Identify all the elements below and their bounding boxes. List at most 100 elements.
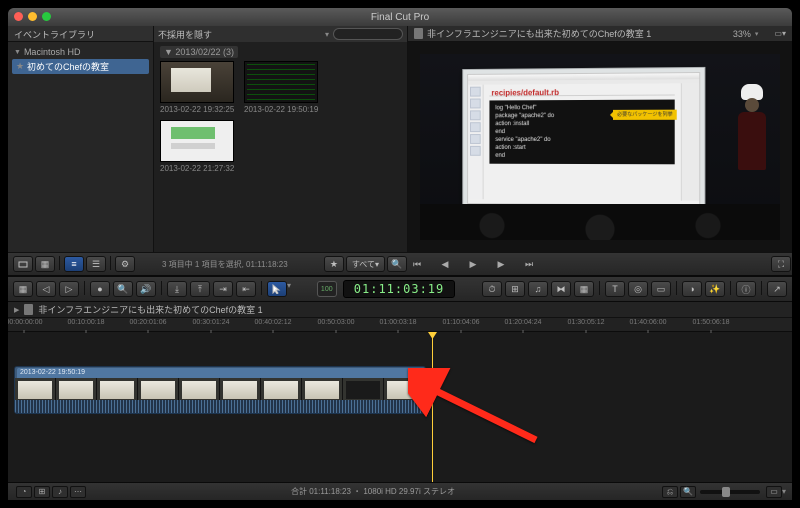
clip-thumb-image	[160, 61, 234, 103]
timeline-tracks[interactable]: 2013-02-22 19:50:19	[8, 332, 792, 482]
insert-button[interactable]: ⤓	[167, 281, 187, 297]
background-tasks-button[interactable]: ◔	[16, 486, 32, 498]
dashboard-reel-icon[interactable]: 100	[317, 281, 337, 297]
themes-browser-button[interactable]: ▭	[651, 281, 671, 297]
timeline-search-button[interactable]: 🔍	[680, 486, 696, 498]
slide-heading: recipies/default.rb	[489, 87, 674, 96]
browser-search-button[interactable]: 🔍	[387, 256, 407, 272]
enhance-button[interactable]: ✨	[705, 281, 725, 297]
dashboard-timecode[interactable]: 01:11:03:19	[343, 280, 455, 298]
go-to-end-button[interactable]: ⏭	[520, 257, 538, 271]
tools-search-button[interactable]: 🔍	[113, 281, 133, 297]
clip-thumb[interactable]: 2013-02-22 19:32:25	[160, 61, 234, 114]
close-icon[interactable]	[14, 12, 23, 21]
viewer-video-frame: recipies/default.rb log "Hello Chef" pac…	[420, 54, 780, 240]
filmstrip-view-button[interactable]: ≡	[64, 256, 84, 272]
timeline-history-fwd-button[interactable]: ▷	[59, 281, 79, 297]
ruler-tick: 01:30:05:12	[568, 319, 605, 326]
project-library-button[interactable]: ▦	[13, 281, 33, 297]
play-button[interactable]: ▶	[464, 257, 482, 271]
annotation-arrow-icon	[408, 368, 548, 453]
zoom-icon[interactable]	[42, 12, 51, 21]
project-header: ▶ 非インフラエンジニアにも出来た初めてのChefの教室 1	[8, 302, 792, 318]
clip-filmstrip	[15, 378, 425, 402]
slide-code-block: log "Hello Chef" package "apache2" do ac…	[489, 100, 674, 165]
titlebar: Final Cut Pro	[8, 8, 792, 26]
clip-browser-panel: 不採用を隠す ▾ ▼ 2013/02/22 (3) 2013-02-22 19:…	[154, 26, 408, 252]
disclosure-triangle-icon[interactable]: ▼	[14, 49, 21, 56]
browser-search-input[interactable]	[333, 28, 403, 40]
skimming-toggle-button[interactable]: ⊞	[34, 486, 50, 498]
disk-label: Macintosh HD	[24, 47, 81, 57]
arrow-tool-button[interactable]	[267, 281, 287, 297]
timeline-panel[interactable]: 00:00:00:00 00:10:00:18 00:20:01:06 00:3…	[8, 318, 792, 482]
effects-browser-button[interactable]: ▦	[574, 281, 594, 297]
app-window: Final Cut Pro イベントライブラリ ▼ Macintosh HD ★…	[8, 8, 792, 500]
snapping-button[interactable]: ⎌	[662, 486, 678, 498]
timeline-history-back-button[interactable]: ◁	[36, 281, 56, 297]
clip-appearance-button[interactable]: ▭	[766, 486, 782, 498]
share-button[interactable]: ↗	[767, 281, 787, 297]
clip-thumb-caption: 2013-02-22 19:50:19	[244, 105, 318, 114]
clip-thumb-image	[160, 120, 234, 162]
import-button[interactable]	[13, 256, 33, 272]
viewer-panel: 非インフラエンジニアにも出来た初めてのChefの教室 1 33% ▾ ▭▾	[408, 26, 792, 252]
fullscreen-button[interactable]: ⛶	[771, 256, 791, 272]
tools-volume-button[interactable]: 🔊	[136, 281, 156, 297]
timeline-playhead[interactable]	[432, 332, 433, 482]
status-summary: 合計 01:11:18:23 ・ 1080i HD 29.97i ステレオ	[86, 486, 660, 497]
window-controls	[14, 12, 51, 21]
zoom-dropdown-icon[interactable]: ▾	[755, 30, 759, 38]
event-item-selected[interactable]: ★ 初めてのChefの教室	[12, 59, 149, 74]
viewer-stage[interactable]: recipies/default.rb log "Hello Chef" pac…	[408, 42, 792, 252]
browser-title: 不採用を隠す	[158, 28, 321, 41]
clip-appearance-dropdown-icon[interactable]: ▾	[782, 487, 786, 496]
clip-thumb-image	[244, 61, 318, 103]
project-disclosure-icon[interactable]: ▶	[14, 306, 19, 314]
ruler-tick: 00:40:02:12	[255, 319, 292, 326]
presenter-figure	[732, 84, 772, 204]
timeline-zoom-slider[interactable]	[700, 490, 760, 494]
transitions-browser-button[interactable]: ⧓	[551, 281, 571, 297]
inspector-button[interactable]: ⓘ	[736, 281, 756, 297]
viewer-settings-icon[interactable]: ▭▾	[774, 29, 786, 38]
clip-thumb[interactable]: 2013-02-22 19:50:19	[244, 61, 318, 114]
camera-import-button[interactable]: ▦	[35, 256, 55, 272]
titles-browser-button[interactable]: T	[605, 281, 625, 297]
overwrite-button[interactable]: ⇥	[213, 281, 233, 297]
clip-thumb[interactable]: 2013-02-22 21:27:32	[160, 120, 234, 173]
favorites-filter-button[interactable]: ★	[324, 256, 344, 272]
photos-browser-button[interactable]: ⊞	[505, 281, 525, 297]
color-button[interactable]: ◑	[682, 281, 702, 297]
event-library-header: イベントライブラリ	[8, 26, 153, 42]
upper-area: イベントライブラリ ▼ Macintosh HD ★ 初めてのChefの教室 不…	[8, 26, 792, 252]
ruler-tick: 00:10:00:18	[68, 319, 105, 326]
ruler-tick: 00:20:01:06	[130, 319, 167, 326]
append-button[interactable]: ⤒	[190, 281, 210, 297]
go-to-start-button[interactable]: ⏮	[408, 257, 426, 271]
solo-button[interactable]: ⋯	[70, 486, 86, 498]
music-browser-button[interactable]: ♫	[528, 281, 548, 297]
disk-item[interactable]: ▼ Macintosh HD	[10, 46, 151, 58]
minimize-icon[interactable]	[28, 12, 37, 21]
all-clips-button[interactable]: すべて ▾	[346, 256, 385, 272]
viewer-header: 非インフラエンジニアにも出来た初めてのChefの教室 1 33% ▾ ▭▾	[408, 26, 792, 42]
window-title: Final Cut Pro	[371, 12, 429, 23]
clip-group: ▼ 2013/02/22 (3) 2013-02-22 19:32:25 201…	[154, 42, 407, 177]
library-settings-button[interactable]: ⚙	[115, 256, 135, 272]
filter-dropdown-icon[interactable]: ▾	[325, 30, 329, 39]
next-frame-button[interactable]: ▶	[492, 257, 510, 271]
connect-button[interactable]: ⇤	[236, 281, 256, 297]
clip-audio-waveform	[15, 400, 425, 413]
ruler-tick: 01:40:06:00	[630, 319, 667, 326]
generators-browser-button[interactable]: ◎	[628, 281, 648, 297]
viewer-zoom-percent[interactable]: 33%	[733, 29, 751, 39]
event-label: 初めてのChefの教室	[27, 60, 109, 73]
timeline-clip[interactable]: 2013-02-22 19:50:19	[14, 366, 426, 414]
list-view-button[interactable]: ☰	[86, 256, 106, 272]
record-voiceover-button[interactable]: ●	[90, 281, 110, 297]
audio-skimming-button[interactable]: ♪	[52, 486, 68, 498]
timeline-ruler[interactable]: 00:00:00:00 00:10:00:18 00:20:01:06 00:3…	[8, 318, 792, 332]
retime-button[interactable]: ⏱	[482, 281, 502, 297]
prev-frame-button[interactable]: ◀	[436, 257, 454, 271]
